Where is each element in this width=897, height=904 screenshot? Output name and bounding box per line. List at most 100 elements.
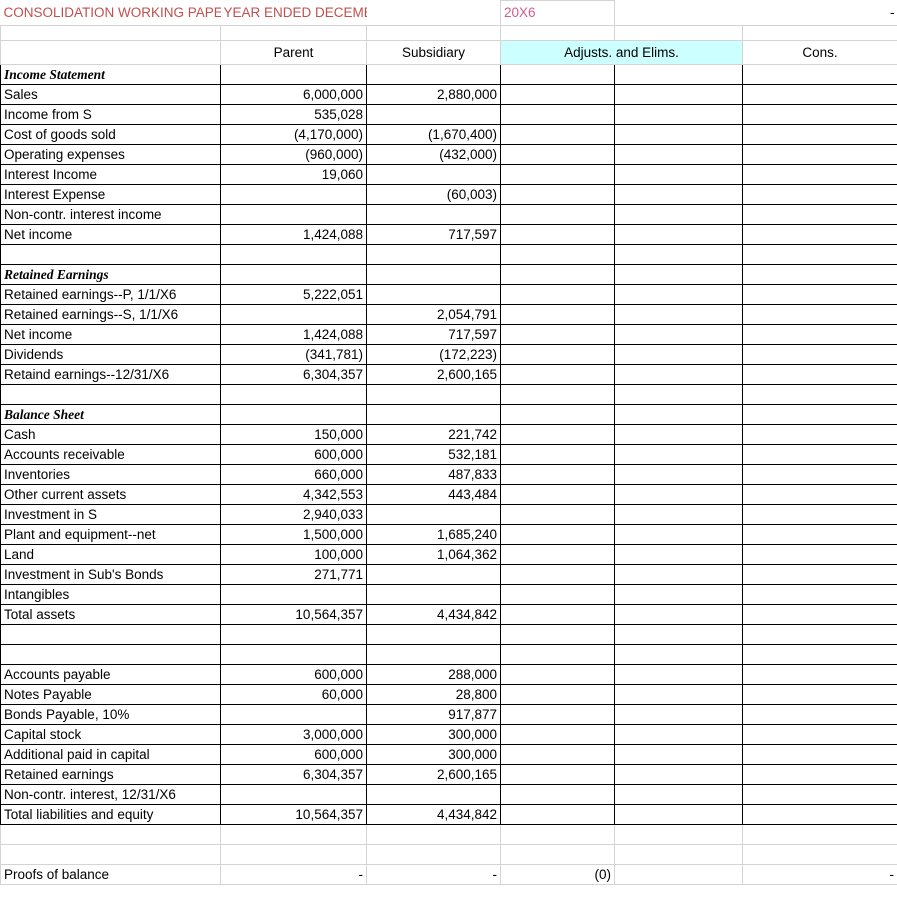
cell-parent <box>220 184 367 205</box>
cell-adjust-credit[interactable] <box>614 604 743 625</box>
title-spacer <box>366 0 501 26</box>
cell-consolidated <box>742 444 897 465</box>
cell-adjust-debit[interactable] <box>500 284 615 305</box>
cell-consolidated <box>742 264 897 285</box>
cell-adjust-debit[interactable] <box>500 344 615 365</box>
cell-adjust-debit[interactable] <box>500 604 615 625</box>
cell-consolidated <box>742 164 897 185</box>
cell-adjust-credit[interactable] <box>614 324 743 345</box>
cell-adjust-debit <box>500 384 615 405</box>
cell-adjust-debit[interactable] <box>500 724 615 745</box>
cell-consolidated <box>742 184 897 205</box>
cell-adjust-credit[interactable] <box>614 664 743 685</box>
cell-adjust-credit[interactable] <box>614 544 743 565</box>
cell-adjust-debit[interactable] <box>500 564 615 585</box>
cell-adjust-credit[interactable] <box>614 224 743 245</box>
cell-adjust-credit[interactable] <box>614 684 743 705</box>
cell-subsidiary: 2,880,000 <box>366 84 501 105</box>
table-row: Cash 150,000 221,742 <box>0 424 897 445</box>
cell-adjust-debit[interactable] <box>500 304 615 325</box>
cell-parent: 3,000,000 <box>220 724 367 745</box>
cell-adjust-credit[interactable] <box>614 804 743 825</box>
row-label: Accounts receivable <box>0 444 221 465</box>
cell-adjust-credit[interactable] <box>614 744 743 765</box>
cell-adjust-debit[interactable] <box>500 464 615 485</box>
cell-adjust-debit[interactable] <box>500 144 615 165</box>
cell-adjust-credit[interactable] <box>614 464 743 485</box>
cell-adjust-credit[interactable] <box>614 524 743 545</box>
cell-adjust-debit[interactable] <box>500 504 615 525</box>
cell-adjust-debit[interactable] <box>500 784 615 805</box>
spacer-row <box>0 644 897 665</box>
cell-consolidated <box>742 664 897 685</box>
cell-subsidiary: - <box>366 864 501 885</box>
spacer-cell <box>500 824 615 845</box>
cell-adjust-credit[interactable] <box>614 204 743 225</box>
spacer-cell <box>742 844 897 865</box>
cell-adjust-debit[interactable] <box>500 424 615 445</box>
cell-adjust-debit[interactable] <box>500 184 615 205</box>
cell-adjust-debit[interactable] <box>500 364 615 385</box>
cell-adjust-credit[interactable] <box>614 564 743 585</box>
cell-adjust-debit[interactable] <box>500 204 615 225</box>
row-label: Cost of goods sold <box>0 124 221 145</box>
cell-adjust-credit[interactable] <box>614 424 743 445</box>
col-header-adjustments: Adjusts. and Elims. <box>500 40 743 65</box>
cell-adjust-credit[interactable] <box>614 164 743 185</box>
cell-consolidated <box>742 644 897 665</box>
cell-adjust-debit[interactable] <box>500 524 615 545</box>
cell-consolidated <box>742 504 897 525</box>
cell-parent: 600,000 <box>220 744 367 765</box>
cell-adjust-debit[interactable] <box>500 104 615 125</box>
cell-adjust-debit[interactable] <box>500 164 615 185</box>
spacer-cell <box>220 824 367 845</box>
cell-subsidiary <box>366 504 501 525</box>
spacer-cell <box>500 25 615 41</box>
cell-adjust-credit <box>614 644 743 665</box>
cell-adjust-debit[interactable] <box>500 484 615 505</box>
cell-adjust-credit[interactable] <box>614 724 743 745</box>
cell-adjust-credit[interactable] <box>614 144 743 165</box>
cell-adjust-debit[interactable] <box>500 804 615 825</box>
cell-adjust-debit[interactable] <box>500 584 615 605</box>
cell-adjust-credit[interactable] <box>614 104 743 125</box>
cell-adjust-credit[interactable] <box>614 84 743 105</box>
cell-adjust-credit[interactable] <box>614 284 743 305</box>
cell-adjust-credit[interactable] <box>614 124 743 145</box>
cell-subsidiary <box>366 644 501 665</box>
cell-adjust-debit[interactable] <box>500 704 615 725</box>
cell-adjust-debit[interactable] <box>500 664 615 685</box>
cell-adjust-credit[interactable] <box>614 504 743 525</box>
cell-adjust-debit[interactable] <box>500 84 615 105</box>
cell-adjust-credit[interactable] <box>614 584 743 605</box>
cell-parent: 4,342,553 <box>220 484 367 505</box>
cell-subsidiary: 1,064,362 <box>366 544 501 565</box>
cell-adjust-credit[interactable] <box>614 704 743 725</box>
cell-subsidiary: 2,600,165 <box>366 364 501 385</box>
cell-parent: (960,000) <box>220 144 367 165</box>
cell-adjust-credit[interactable] <box>614 444 743 465</box>
cell-adjust-debit[interactable] <box>500 684 615 705</box>
cell-adjust-debit[interactable] <box>500 544 615 565</box>
cell-subsidiary: (60,003) <box>366 184 501 205</box>
cell-adjust-credit[interactable] <box>614 344 743 365</box>
cell-adjust-debit[interactable] <box>500 764 615 785</box>
cell-adjust-debit[interactable] <box>500 324 615 345</box>
cell-consolidated <box>742 784 897 805</box>
cell-adjust-debit[interactable] <box>500 224 615 245</box>
cell-adjust-credit[interactable] <box>614 304 743 325</box>
cell-parent <box>220 624 367 645</box>
cell-adjust-credit[interactable] <box>614 764 743 785</box>
cell-consolidated <box>742 204 897 225</box>
spacer-cell <box>742 25 897 41</box>
cell-adjust-credit[interactable] <box>614 484 743 505</box>
cell-adjust-credit[interactable] <box>614 784 743 805</box>
cell-consolidated <box>742 384 897 405</box>
cell-adjust-proof: (0) <box>500 864 615 885</box>
cell-adjust-debit[interactable] <box>500 444 615 465</box>
cell-adjust-credit[interactable] <box>614 364 743 385</box>
cell-adjust-debit[interactable] <box>500 124 615 145</box>
cell-adjust-debit[interactable] <box>500 744 615 765</box>
cell-adjust-credit[interactable] <box>614 184 743 205</box>
cell-adjust-credit <box>614 404 743 425</box>
